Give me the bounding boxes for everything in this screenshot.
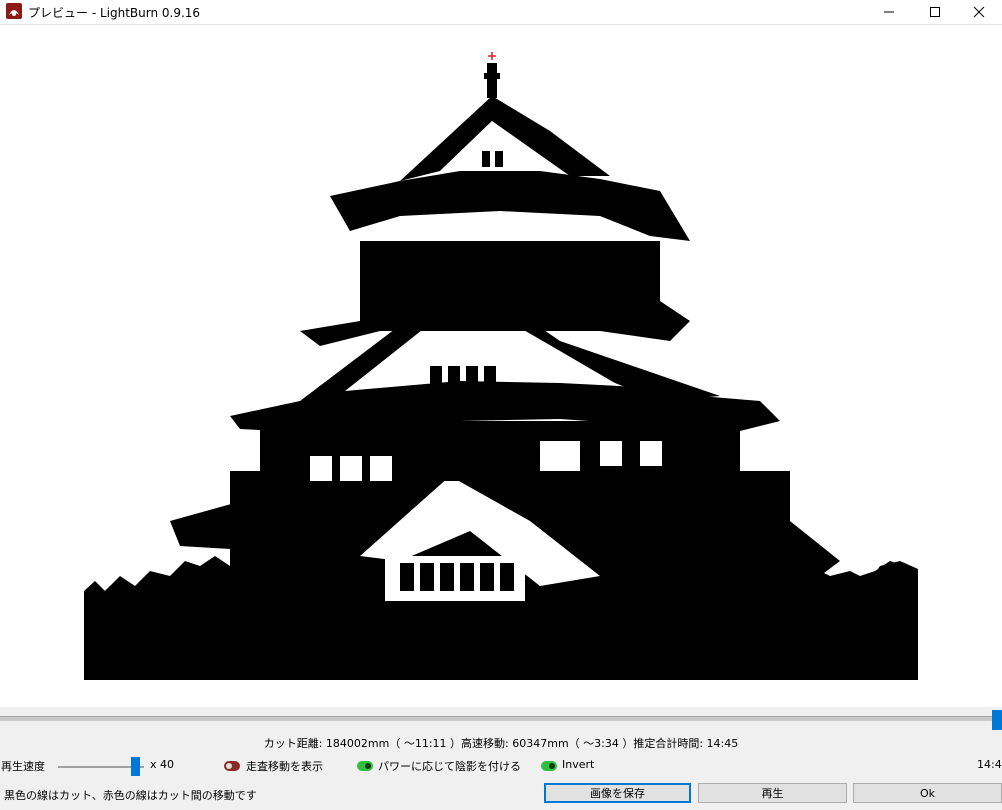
preview-canvas[interactable] xyxy=(0,24,1002,707)
window-title: プレビュー - LightBurn 0.9.16 xyxy=(28,6,201,20)
close-icon xyxy=(973,6,985,18)
elapsed-time: 14:45 xyxy=(977,758,1002,771)
shade-by-power-toggle[interactable] xyxy=(357,761,373,771)
show-traversal-label: 走査移動を表示 xyxy=(246,760,323,773)
title-bar: プレビュー - LightBurn 0.9.16 xyxy=(0,0,1002,24)
playback-speed-slider-handle[interactable] xyxy=(131,757,140,776)
invert-label: Invert xyxy=(562,758,595,771)
save-image-button[interactable]: 画像を保存 xyxy=(544,783,691,803)
playback-speed-value: x 40 xyxy=(150,758,175,771)
castle-image xyxy=(84,52,918,680)
progress-scrubber-track[interactable] xyxy=(0,716,1002,721)
close-button[interactable] xyxy=(956,0,1002,24)
minimize-button[interactable] xyxy=(866,0,912,24)
invert-toggle[interactable] xyxy=(541,761,557,771)
maximize-button[interactable] xyxy=(912,0,958,24)
job-time-stats: カット距離: 184002mm（ ～11:11 ）高速移動: 60347mm（ … xyxy=(263,737,739,750)
start-marker xyxy=(488,52,496,60)
legend-hint: 黒色の線はカット、赤色の線はカット間の移動です xyxy=(4,789,257,802)
progress-scrubber-handle[interactable] xyxy=(992,710,1002,730)
playback-speed-label: 再生速度 xyxy=(1,760,45,773)
play-button[interactable]: 再生 xyxy=(698,783,847,803)
footer-bar: 黒色の線はカット、赤色の線はカット間の移動です 画像を保存 再生 Ok xyxy=(0,782,1002,810)
ok-button[interactable]: Ok xyxy=(853,783,1002,803)
show-traversal-toggle[interactable] xyxy=(224,761,240,771)
minimize-icon xyxy=(884,11,894,13)
maximize-icon xyxy=(930,7,940,17)
shade-by-power-label: パワーに応じて陰影を付ける xyxy=(378,760,521,773)
lightburn-logo-icon xyxy=(6,3,22,19)
playback-options-row: 再生速度 x 40 走査移動を表示 パワーに応じて陰影を付ける Invert 1… xyxy=(0,757,1002,776)
